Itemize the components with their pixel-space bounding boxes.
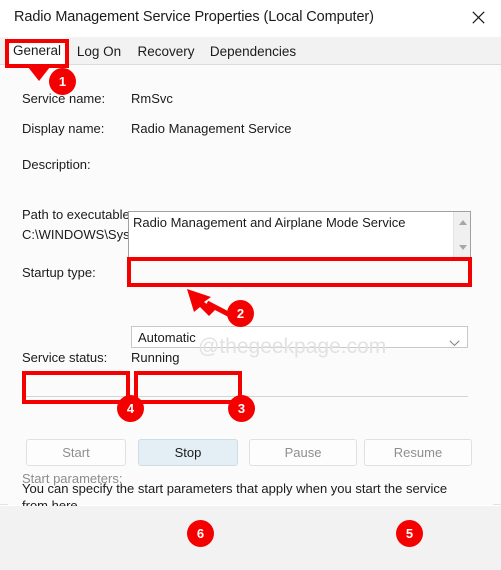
section-divider [22, 396, 468, 397]
service-properties-dialog: Radio Management Service Properties (Loc… [0, 0, 501, 570]
service-status-value: Running [131, 350, 180, 365]
chevron-down-icon [449, 334, 460, 352]
tab-strip: General Log On Recovery Dependencies [0, 37, 501, 65]
pause-button[interactable]: Pause [249, 439, 357, 466]
startup-type-value: Automatic [138, 330, 196, 345]
startup-type-dropdown[interactable]: Automatic [131, 326, 468, 348]
startup-type-label: Startup type: [22, 265, 96, 280]
display-name-label: Display name: [22, 121, 105, 136]
service-name-value: RmSvc [131, 91, 173, 106]
general-tab-panel: Service name: RmSvc Display name: Radio … [0, 65, 501, 558]
tab-log-on[interactable]: Log On [70, 37, 128, 65]
description-textarea[interactable]: Radio Management and Airplane Mode Servi… [128, 211, 471, 259]
service-status-label: Service status: [22, 350, 108, 365]
scroll-down-icon[interactable] [454, 239, 471, 256]
path-to-executable-label: Path to executable: [22, 207, 134, 222]
start-button[interactable]: Start [26, 439, 126, 466]
dialog-footer: OK Cancel Apply [0, 506, 501, 570]
tab-general[interactable]: General [8, 37, 66, 65]
title-bar: Radio Management Service Properties (Loc… [0, 0, 501, 37]
stop-button[interactable]: Stop [138, 439, 238, 466]
display-name-value: Radio Management Service [131, 121, 292, 136]
resume-button[interactable]: Resume [364, 439, 472, 466]
description-label: Description: [22, 157, 91, 172]
window-title: Radio Management Service Properties (Loc… [14, 9, 374, 25]
service-name-label: Service name: [22, 91, 106, 106]
close-icon[interactable] [455, 0, 501, 34]
description-scrollbar[interactable] [453, 212, 470, 258]
tab-recovery[interactable]: Recovery [132, 37, 200, 65]
description-text: Radio Management and Airplane Mode Servi… [133, 215, 406, 230]
scroll-up-icon[interactable] [454, 214, 471, 231]
tab-dependencies[interactable]: Dependencies [204, 37, 302, 65]
